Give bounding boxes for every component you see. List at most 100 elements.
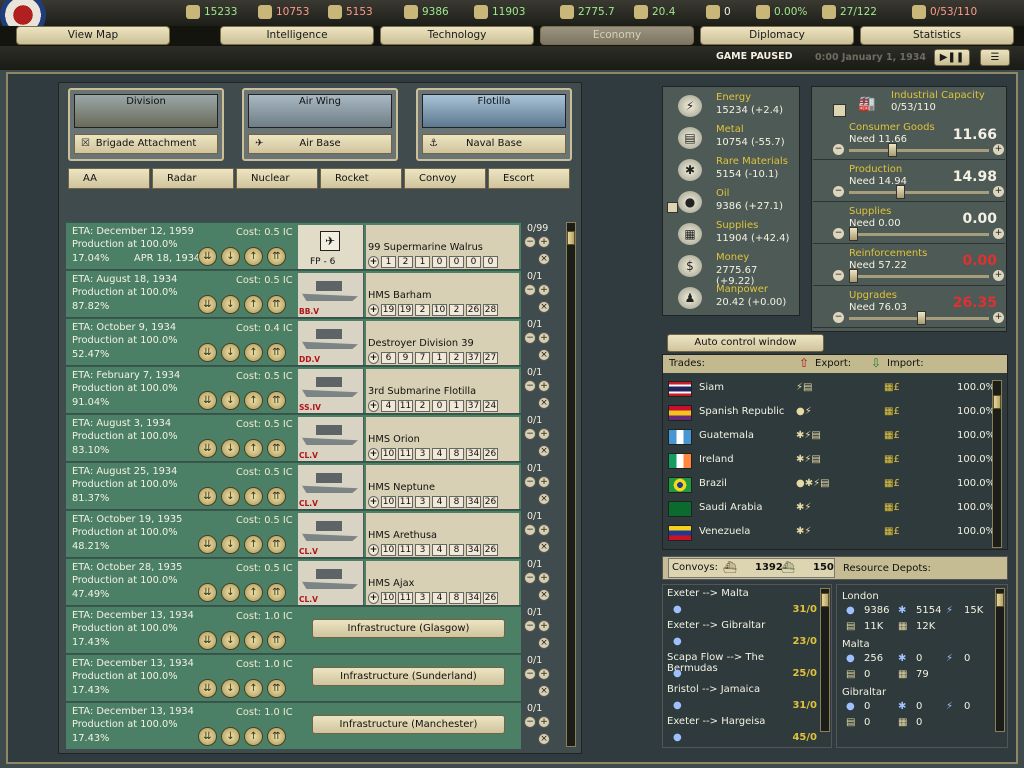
move-down-button[interactable]: ↓ (221, 391, 240, 410)
slider-track[interactable] (849, 275, 989, 278)
move-down-button[interactable]: ↓ (221, 631, 240, 650)
special-aa[interactable]: AA (68, 168, 150, 189)
move-bottom-button[interactable]: ⇊ (198, 247, 217, 266)
oil-checkbox[interactable] (667, 202, 678, 213)
special-radar[interactable]: Radar (152, 168, 234, 189)
move-down-button[interactable]: ↓ (221, 679, 240, 698)
move-down-button[interactable]: ↓ (221, 247, 240, 266)
unit-image[interactable]: Division (74, 94, 218, 128)
increase-button[interactable]: + (538, 476, 550, 488)
production-queue-row[interactable]: ETA: October 19, 1935 Production at 100.0… (66, 510, 521, 557)
move-top-button[interactable]: ⇈ (267, 343, 286, 362)
move-bottom-button[interactable]: ⇊ (198, 727, 217, 746)
move-bottom-button[interactable]: ⇊ (198, 391, 217, 410)
production-queue-row[interactable]: ETA: August 25, 1934 Production at 100.0%… (66, 462, 521, 509)
remove-button[interactable]: × (538, 733, 550, 745)
unit-info[interactable]: 3rd Submarine Flotilla +4 11 2 0 1 37 24 (366, 369, 519, 413)
slider-increase-button[interactable]: + (993, 144, 1004, 155)
increase-button[interactable]: + (538, 428, 550, 440)
move-top-button[interactable]: ⇈ (267, 247, 286, 266)
decrease-button[interactable]: − (524, 380, 536, 392)
remove-button[interactable]: × (538, 541, 550, 553)
top-resource[interactable]: 11903 (474, 5, 525, 19)
increase-button[interactable]: + (538, 332, 550, 344)
slider-handle[interactable] (895, 185, 905, 199)
top-resource[interactable]: 0/53/110 (912, 5, 977, 19)
move-top-button[interactable]: ⇈ (267, 535, 286, 554)
slider-handle[interactable] (888, 143, 897, 157)
unit-sub-button[interactable]: ☒ Brigade Attachment (74, 134, 218, 154)
top-resource[interactable]: 0.00% (756, 5, 807, 19)
decrease-button[interactable]: − (524, 428, 536, 440)
move-top-button[interactable]: ⇈ (267, 583, 286, 602)
slider-increase-button[interactable]: + (993, 186, 1004, 197)
move-bottom-button[interactable]: ⇊ (198, 439, 217, 458)
convoy-route[interactable]: Bristol --> Jamaica ● 31/0 (667, 684, 817, 716)
slider-increase-button[interactable]: + (993, 312, 1004, 323)
slider-track[interactable] (849, 233, 989, 236)
production-queue-row[interactable]: ETA: August 18, 1934 Production at 100.0%… (66, 270, 521, 317)
queue-scrollbar[interactable] (566, 222, 576, 747)
remove-button[interactable]: × (538, 685, 550, 697)
top-resource[interactable]: 0 (706, 5, 731, 19)
production-queue-row[interactable]: ETA: October 9, 1934 Production at 100.0%… (66, 318, 521, 365)
remove-button[interactable]: × (538, 397, 550, 409)
move-top-button[interactable]: ⇈ (267, 295, 286, 314)
slider-handle[interactable] (849, 269, 858, 283)
move-up-button[interactable]: ↑ (244, 583, 263, 602)
slider-track[interactable] (849, 149, 989, 152)
move-up-button[interactable]: ↑ (244, 343, 263, 362)
remove-button[interactable]: × (538, 253, 550, 265)
industrial-checkbox[interactable] (833, 104, 846, 117)
move-bottom-button[interactable]: ⇊ (198, 631, 217, 650)
unit-info[interactable]: Destroyer Division 39 +6 9 7 1 2 37 27 (366, 321, 519, 365)
move-up-button[interactable]: ↑ (244, 631, 263, 650)
production-queue-row[interactable]: ETA: December 13, 1934 Production at 100.… (66, 702, 521, 749)
play-pause-button[interactable]: ▶❚❚ (934, 49, 970, 66)
tab-diplomacy[interactable]: Diplomacy (700, 26, 854, 45)
top-resource[interactable]: 27/122 (822, 5, 877, 19)
queue-scroll-thumb[interactable] (567, 231, 575, 245)
unit-type-flotilla[interactable]: Flotilla ⚓ Naval Base (416, 88, 572, 161)
top-resource[interactable]: 2775.7 (560, 5, 615, 19)
unit-type-air-wing[interactable]: Air Wing ✈ Air Base (242, 88, 398, 161)
move-bottom-button[interactable]: ⇊ (198, 295, 217, 314)
move-down-button[interactable]: ↓ (221, 535, 240, 554)
remove-button[interactable]: × (538, 493, 550, 505)
routes-scroll-thumb[interactable] (821, 593, 829, 607)
convoys-summary[interactable]: Convoys: ⛴ 1392 ⛴ 150 (668, 558, 835, 578)
unit-info[interactable]: HMS Arethusa +10 11 3 4 8 34 26 (366, 513, 519, 557)
unit-sub-button[interactable]: ⚓ Naval Base (422, 134, 566, 154)
trade-row[interactable]: Siam ⚡▤ ▦£ 100.0% (666, 378, 996, 400)
menu-button[interactable]: ☰ (980, 49, 1010, 66)
production-queue-row[interactable]: ETA: December 13, 1934 Production at 100.… (66, 654, 521, 701)
move-top-button[interactable]: ⇈ (267, 487, 286, 506)
slider-increase-button[interactable]: + (993, 228, 1004, 239)
special-rocket[interactable]: Rocket (320, 168, 402, 189)
tab-intelligence[interactable]: Intelligence (220, 26, 374, 45)
unit-info[interactable]: HMS Ajax +10 11 3 4 8 34 26 (366, 561, 519, 605)
auto-control-window-button[interactable]: Auto control window (667, 334, 824, 352)
trades-scroll-thumb[interactable] (993, 395, 1001, 409)
move-bottom-button[interactable]: ⇊ (198, 535, 217, 554)
move-up-button[interactable]: ↑ (244, 535, 263, 554)
increase-button[interactable]: + (538, 668, 550, 680)
decrease-button[interactable]: − (524, 236, 536, 248)
unit-type-division[interactable]: Division ☒ Brigade Attachment (68, 88, 224, 161)
slider-decrease-button[interactable]: − (833, 144, 844, 155)
move-down-button[interactable]: ↓ (221, 487, 240, 506)
move-down-button[interactable]: ↓ (221, 295, 240, 314)
special-escort[interactable]: Escort (488, 168, 570, 189)
production-queue-row[interactable]: ETA: December 13, 1934 Production at 100.… (66, 606, 521, 653)
remove-button[interactable]: × (538, 445, 550, 457)
top-resource[interactable]: 9386 (404, 5, 449, 19)
infrastructure-label[interactable]: Infrastructure (Manchester) (312, 715, 505, 734)
slider-increase-button[interactable]: + (993, 270, 1004, 281)
slider-decrease-button[interactable]: − (833, 270, 844, 281)
move-down-button[interactable]: ↓ (221, 727, 240, 746)
routes-scrollbar[interactable] (820, 588, 830, 732)
move-up-button[interactable]: ↑ (244, 727, 263, 746)
increase-button[interactable]: + (538, 380, 550, 392)
move-up-button[interactable]: ↑ (244, 439, 263, 458)
production-queue-row[interactable]: ETA: October 28, 1935 Production at 100.0… (66, 558, 521, 605)
